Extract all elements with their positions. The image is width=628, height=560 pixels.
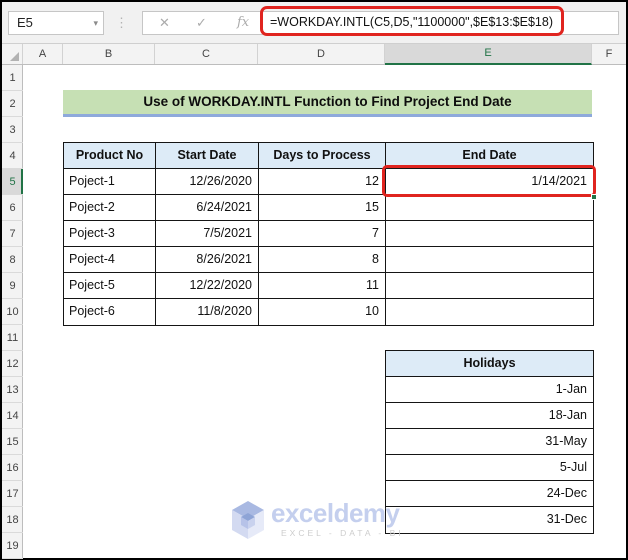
watermark-brand: exceldemy <box>271 498 400 528</box>
table-row: Poject-3 7/5/2021 7 <box>64 221 593 247</box>
holiday-cell[interactable]: 31-Dec <box>386 507 593 533</box>
row-header-15[interactable]: 15 <box>2 429 23 455</box>
row-header-14[interactable]: 14 <box>2 403 23 429</box>
holiday-cell[interactable]: 31-May <box>386 429 593 455</box>
row-header-9[interactable]: 9 <box>2 273 23 299</box>
corner-triangle-icon <box>10 52 19 61</box>
formula-input[interactable]: =WORKDAY.INTL(C5,D5,"1100000",$E$13:$E$1… <box>270 11 558 35</box>
project-table: Product No Start Date Days to Process En… <box>63 142 594 326</box>
row-header-17[interactable]: 17 <box>2 481 23 507</box>
days-cell[interactable]: 15 <box>259 195 386 221</box>
product-cell[interactable]: Poject-2 <box>64 195 156 221</box>
table-row: Poject-5 12/22/2020 11 <box>64 273 593 299</box>
row-header-column: 1 2 3 4 5 6 7 8 9 10 11 12 13 14 15 16 1… <box>2 65 23 559</box>
end-date-cell[interactable] <box>386 247 593 273</box>
watermark: exceldemy EXCEL - DATA - BI <box>230 499 404 541</box>
watermark-text: exceldemy EXCEL - DATA - BI <box>271 499 404 538</box>
row-header-1[interactable]: 1 <box>2 65 23 91</box>
header-cell-end-date[interactable]: End Date <box>386 143 593 169</box>
table-row: Poject-4 8/26/2021 8 <box>64 247 593 273</box>
row-header-6[interactable]: 6 <box>2 195 23 221</box>
header-cell-days-to-process[interactable]: Days to Process <box>259 143 386 169</box>
column-header-d[interactable]: D <box>258 44 385 64</box>
column-header-e-active[interactable]: E <box>385 44 592 65</box>
fill-handle[interactable] <box>591 194 597 200</box>
header-cell-product-no[interactable]: Product No <box>64 143 156 169</box>
name-box-dropdown-icon[interactable]: ▾ <box>93 12 98 34</box>
formula-bar-separator-dots-icon: ⋮ <box>115 15 128 30</box>
row-header-16[interactable]: 16 <box>2 455 23 481</box>
start-date-cell[interactable]: 7/5/2021 <box>156 221 259 247</box>
row-header-8[interactable]: 8 <box>2 247 23 273</box>
name-box-value: E5 <box>17 15 33 30</box>
row-header-7[interactable]: 7 <box>2 221 23 247</box>
end-date-cell-e5-active[interactable]: 1/14/2021 <box>386 169 593 195</box>
product-cell[interactable]: Poject-6 <box>64 299 156 325</box>
days-cell[interactable]: 8 <box>259 247 386 273</box>
watermark-tagline: EXCEL - DATA - BI <box>281 528 404 538</box>
product-cell[interactable]: Poject-5 <box>64 273 156 299</box>
title-banner-cell[interactable]: Use of WORKDAY.INTL Function to Find Pro… <box>63 90 592 117</box>
table-row: Poject-6 11/8/2020 10 <box>64 299 593 325</box>
column-header-c[interactable]: C <box>155 44 258 64</box>
table-row: Poject-1 12/26/2020 12 1/14/2021 <box>64 169 593 195</box>
days-cell[interactable]: 10 <box>259 299 386 325</box>
days-cell[interactable]: 11 <box>259 273 386 299</box>
row-header-18[interactable]: 18 <box>2 507 23 533</box>
row-header-10[interactable]: 10 <box>2 299 23 325</box>
row-header-3[interactable]: 3 <box>2 117 23 143</box>
excel-screenshot: E5 ▾ ⋮ ✕ ✓ fx =WORKDAY.INTL(C5,D5,"11000… <box>0 0 628 560</box>
column-header-row: A B C D E F <box>2 44 626 65</box>
enter-button[interactable]: ✓ <box>196 12 207 34</box>
start-date-cell[interactable]: 6/24/2021 <box>156 195 259 221</box>
excel-window: E5 ▾ ⋮ ✕ ✓ fx =WORKDAY.INTL(C5,D5,"11000… <box>2 2 626 559</box>
cancel-button[interactable]: ✕ <box>159 12 170 34</box>
holidays-header-cell[interactable]: Holidays <box>386 351 593 377</box>
start-date-cell[interactable]: 11/8/2020 <box>156 299 259 325</box>
row-header-2[interactable]: 2 <box>2 91 23 117</box>
days-cell[interactable]: 12 <box>259 169 386 195</box>
header-cell-start-date[interactable]: Start Date <box>156 143 259 169</box>
insert-function-button[interactable]: fx <box>237 12 249 34</box>
row-header-11[interactable]: 11 <box>2 325 23 351</box>
exceldemy-logo-icon <box>232 501 264 539</box>
column-header-b[interactable]: B <box>63 44 155 64</box>
end-date-cell[interactable] <box>386 221 593 247</box>
start-date-cell[interactable]: 8/26/2021 <box>156 247 259 273</box>
holiday-cell[interactable]: 1-Jan <box>386 377 593 403</box>
name-box-input[interactable]: E5 ▾ <box>8 11 104 35</box>
row-header-5-active[interactable]: 5 <box>2 169 23 195</box>
holiday-cell[interactable]: 24-Dec <box>386 481 593 507</box>
row-header-13[interactable]: 13 <box>2 377 23 403</box>
holiday-cell[interactable]: 18-Jan <box>386 403 593 429</box>
start-date-cell[interactable]: 12/26/2020 <box>156 169 259 195</box>
column-header-f[interactable]: F <box>592 44 626 64</box>
holiday-cell[interactable]: 5-Jul <box>386 455 593 481</box>
table-row: Poject-2 6/24/2021 15 <box>64 195 593 221</box>
end-date-cell[interactable] <box>386 195 593 221</box>
product-cell[interactable]: Poject-4 <box>64 247 156 273</box>
product-cell[interactable]: Poject-1 <box>64 169 156 195</box>
column-header-a[interactable]: A <box>23 44 63 64</box>
select-all-button[interactable] <box>2 44 23 64</box>
start-date-cell[interactable]: 12/22/2020 <box>156 273 259 299</box>
end-date-cell[interactable] <box>386 273 593 299</box>
formula-bar-strip: E5 ▾ ⋮ ✕ ✓ fx =WORKDAY.INTL(C5,D5,"11000… <box>2 2 626 44</box>
holidays-table: Holidays 1-Jan 18-Jan 31-May 5-Jul 24-De… <box>385 350 594 534</box>
project-table-header-row: Product No Start Date Days to Process En… <box>64 143 593 169</box>
end-date-cell[interactable] <box>386 299 593 325</box>
row-header-4[interactable]: 4 <box>2 143 23 169</box>
row-header-19[interactable]: 19 <box>2 533 23 559</box>
row-header-12[interactable]: 12 <box>2 351 23 377</box>
product-cell[interactable]: Poject-3 <box>64 221 156 247</box>
days-cell[interactable]: 7 <box>259 221 386 247</box>
